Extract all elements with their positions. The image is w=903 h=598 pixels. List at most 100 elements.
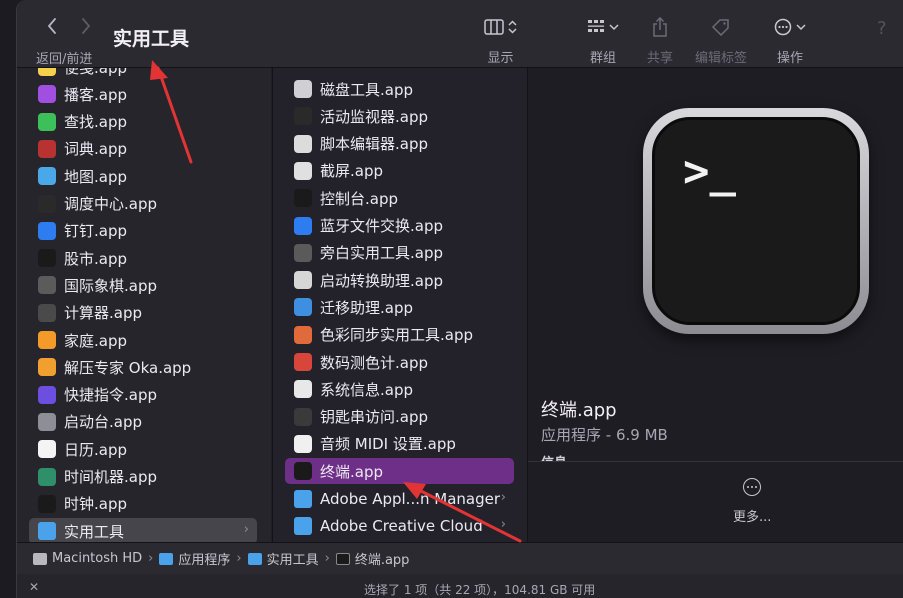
- application-list-item[interactable]: 时钟.app: [29, 491, 257, 517]
- chevron-right-icon: [82, 18, 91, 34]
- application-list-item[interactable]: 计算器.app: [29, 300, 257, 326]
- application-list-item[interactable]: 时间机器.app: [29, 464, 257, 490]
- console-icon: [294, 189, 312, 208]
- voiceover-icon: [294, 243, 312, 262]
- more-button[interactable]: 更多...: [733, 478, 771, 525]
- back-button[interactable]: [45, 17, 59, 35]
- item-label: 控制台.app: [320, 189, 399, 208]
- dingtalk-icon: [38, 221, 56, 240]
- close-icon[interactable]: ✕: [29, 580, 39, 594]
- keychain-icon: [294, 407, 312, 426]
- path-item-macintosh-hd[interactable]: Macintosh HD: [33, 551, 142, 566]
- application-list-item[interactable]: 便笺.app: [29, 68, 257, 80]
- chevron-left-icon: [47, 18, 56, 34]
- terminal-app-large-icon: >_: [643, 108, 869, 334]
- utility-list-item[interactable]: 数码测色计.app: [285, 349, 514, 375]
- utility-list-item[interactable]: 截屏.app: [285, 158, 514, 184]
- application-list-item[interactable]: 股市.app: [29, 245, 257, 271]
- application-list-item[interactable]: 家庭.app: [29, 327, 257, 353]
- system-info-icon: [294, 380, 312, 399]
- utility-list-item[interactable]: 蓝牙文件交换.app: [285, 213, 514, 239]
- item-label: 启动台.app: [64, 413, 143, 432]
- application-list-item[interactable]: 国际象棋.app: [29, 272, 257, 298]
- item-label: 快捷指令.app: [64, 386, 158, 405]
- folder-icon: [294, 489, 312, 508]
- item-label: 股市.app: [64, 249, 128, 268]
- folder-icon: [159, 552, 174, 565]
- utility-list-item[interactable]: 启动转换助理.app: [285, 267, 514, 293]
- item-label: 国际象棋.app: [64, 276, 158, 295]
- hard-drive-icon: [33, 552, 47, 565]
- application-list-item[interactable]: 播客.app: [29, 81, 257, 107]
- terminal-prompt-glyph: >_: [683, 146, 736, 197]
- nav-label: 返回/前进: [36, 52, 93, 67]
- item-label: 音频 MIDI 设置.app: [320, 435, 456, 454]
- action-button[interactable]: 操作: [774, 16, 806, 66]
- application-list-item[interactable]: 解压专家 Oka.app: [29, 354, 257, 380]
- item-label: 磁盘工具.app: [320, 80, 414, 99]
- colorimeter-icon: [294, 353, 312, 371]
- utility-list-item[interactable]: 旁白实用工具.app: [285, 240, 514, 266]
- application-list-item[interactable]: 地图.app: [29, 163, 257, 189]
- utility-list-item[interactable]: 磁盘工具.app: [285, 76, 514, 102]
- utility-list-item[interactable]: 脚本编辑器.app: [285, 131, 514, 157]
- podcasts-icon: [38, 85, 56, 104]
- group-button[interactable]: 群组: [587, 16, 619, 66]
- utility-list-item[interactable]: 终端.app: [285, 458, 514, 485]
- view-button[interactable]: 显示: [484, 16, 517, 66]
- utility-list-item[interactable]: 音频 MIDI 设置.app: [285, 431, 514, 457]
- chevron-down-icon: [796, 24, 806, 31]
- item-label: 词典.app: [64, 140, 128, 159]
- item-label: 计算器.app: [64, 304, 143, 323]
- item-label: 迁移助理.app: [320, 298, 414, 317]
- terminal-icon: [294, 462, 312, 481]
- help-icon[interactable]: ?: [877, 18, 887, 39]
- edit-tags-button[interactable]: 编辑标签: [695, 16, 747, 66]
- migration-icon: [294, 298, 312, 317]
- item-label: Adobe Appl...n Manager: [320, 489, 501, 508]
- bootcamp-icon: [294, 271, 312, 290]
- share-button[interactable]: 共享: [647, 16, 673, 66]
- home-icon: [38, 331, 56, 349]
- chevron-right-icon: ›: [243, 522, 249, 538]
- item-label: 实用工具: [64, 522, 125, 541]
- toolbar: 实用工具 返回/前进 显示 群组 共享 编辑标签 操作 ?: [17, 0, 903, 68]
- path-item-applications[interactable]: 应用程序: [159, 549, 230, 568]
- application-list-item[interactable]: 词典.app: [29, 136, 257, 162]
- view-label: 显示: [487, 51, 514, 66]
- utility-list-item[interactable]: Adobe Creative Cloud ›: [285, 513, 514, 539]
- item-label: 终端.app: [320, 462, 384, 481]
- colorsync-icon: [294, 325, 312, 344]
- utility-list-item[interactable]: 色彩同步实用工具.app: [285, 322, 514, 348]
- utility-list-item[interactable]: 迁移助理.app: [285, 294, 514, 320]
- forward-button[interactable]: [79, 17, 93, 35]
- status-bar: ✕ 选择了 1 项（共 22 项），104.81 GB 可用: [17, 574, 903, 598]
- finder-window: 实用工具 返回/前进 显示 群组 共享 编辑标签 操作 ? 播客.app 查找.…: [16, 0, 903, 598]
- tag-icon: [711, 19, 729, 36]
- updown-chevron-icon: [508, 20, 517, 34]
- application-list-item[interactable]: 查找.app: [29, 109, 257, 135]
- path-item-utilities[interactable]: 实用工具: [247, 549, 319, 568]
- utility-list-item[interactable]: 控制台.app: [285, 185, 514, 211]
- application-list-item[interactable]: 启动台.app: [29, 409, 257, 435]
- script-editor-icon: [294, 134, 312, 153]
- utilities-column[interactable]: 磁盘工具.app 活动监视器.app 脚本编辑器.app 截屏.app 控制台.app 蓝…: [272, 68, 527, 542]
- path-bar: Macintosh HD › 应用程序 › 实用工具 › 终端.app: [17, 542, 903, 574]
- application-list-item[interactable]: 调度中心.app: [29, 191, 257, 217]
- preview-kind-size: 应用程序 - 6.9 MB: [541, 426, 668, 444]
- utility-list-item[interactable]: Adobe Appl...n Manager ›: [285, 486, 514, 512]
- application-list-item[interactable]: 钉钉.app: [29, 218, 257, 244]
- application-list-item[interactable]: 快捷指令.app: [29, 382, 257, 408]
- application-list-item[interactable]: 实用工具 ›: [29, 518, 257, 542]
- disk-utility-icon: [294, 80, 312, 98]
- applications-column[interactable]: 便笺.app 播客.app 查找.app 词典.app 地图.app 调度中心.app 钉钉…: [17, 68, 271, 542]
- path-item-terminal[interactable]: 终端.app: [335, 549, 409, 568]
- application-list-item[interactable]: 日历.app: [29, 436, 257, 462]
- ellipsis-circle-icon: [774, 18, 792, 36]
- item-label: 地图.app: [64, 167, 128, 186]
- path-separator: ›: [148, 551, 154, 566]
- utility-list-item[interactable]: 系统信息.app: [285, 376, 514, 402]
- utility-list-item[interactable]: 活动监视器.app: [285, 103, 514, 129]
- utility-list-item[interactable]: 钥匙串访问.app: [285, 404, 514, 430]
- item-label: 家庭.app: [64, 331, 128, 350]
